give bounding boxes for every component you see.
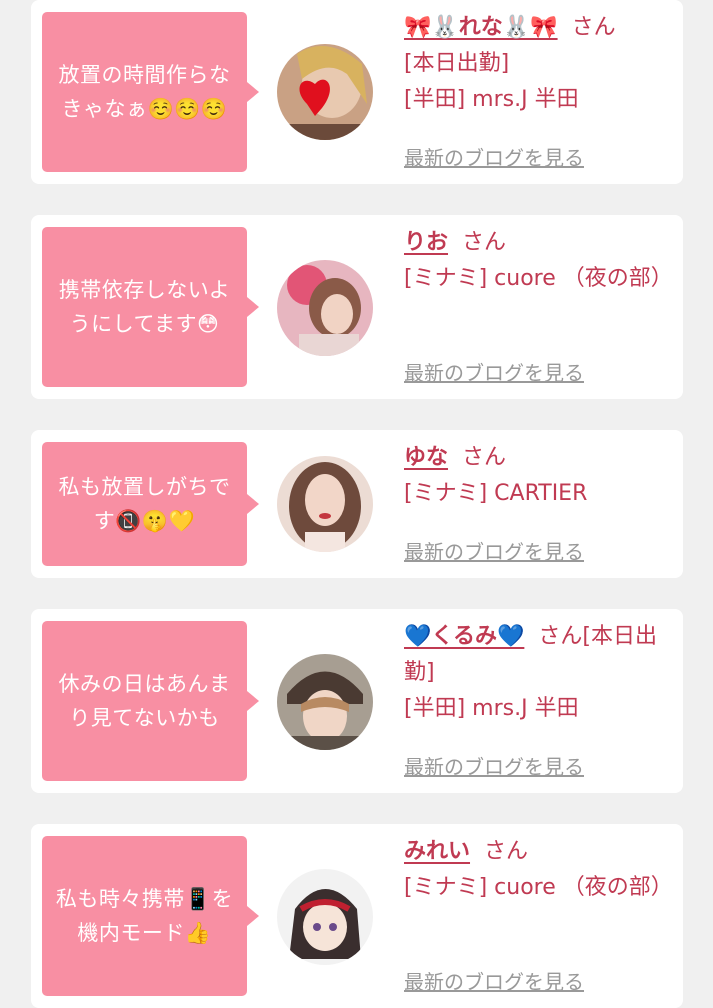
honorific: さん xyxy=(484,839,529,864)
shop-text: [ミナミ] cuore （夜の部） xyxy=(404,875,673,900)
message-text: 私も時々携帯📱を機内モード👍 xyxy=(55,887,234,945)
girl-name-link[interactable]: りお xyxy=(404,230,448,255)
girl-card: 休みの日はあんまり見てないかも 💙くるみ💙 さん[本日出勤] [半田] mrs.J… xyxy=(31,609,683,793)
blog-link[interactable]: 最新のブログを見る xyxy=(404,536,584,565)
blog-link[interactable]: 最新のブログを見る xyxy=(404,966,584,995)
girl-card: 私も放置しがちです📵🤫💛 ゆな さん [ミナミ] CARTIER 最新のブログを見… xyxy=(31,430,683,578)
honorific: さん xyxy=(462,445,507,470)
status-text: [本日出勤] xyxy=(404,51,510,76)
shop-text: [ミナミ] CARTIER xyxy=(404,481,588,506)
message-text: 放置の時間作らなきゃなぁ☺️☺️☺️ xyxy=(58,63,231,121)
message-text: 携帯依存しないようにしてます😳 xyxy=(58,278,231,336)
honorific: さん xyxy=(571,15,616,40)
shop-text: [ミナミ] cuore （夜の部） xyxy=(404,266,673,291)
girl-name-link[interactable]: ゆな xyxy=(404,445,448,470)
avatar[interactable] xyxy=(277,869,373,965)
girl-info: ゆな さん [ミナミ] CARTIER xyxy=(404,440,674,512)
message-bubble: 携帯依存しないようにしてます😳 xyxy=(42,227,259,387)
avatar[interactable] xyxy=(277,456,373,552)
blog-link[interactable]: 最新のブログを見る xyxy=(404,751,584,780)
shop-text: [半田] mrs.J 半田 xyxy=(404,696,579,721)
girl-info: 💙くるみ💙 さん[本日出勤] [半田] mrs.J 半田 xyxy=(404,619,674,727)
girl-card: 放置の時間作らなきゃなぁ☺️☺️☺️ 🎀🐰れな🐰🎀 さん [本日出勤] [半田] … xyxy=(31,0,683,184)
avatar[interactable] xyxy=(277,44,373,140)
girl-name-link[interactable]: みれい xyxy=(404,839,470,864)
girl-name-link[interactable]: 💙くるみ💙 xyxy=(404,624,524,649)
message-bubble: 私も放置しがちです📵🤫💛 xyxy=(42,442,259,566)
girl-info: みれい さん [ミナミ] cuore （夜の部） xyxy=(404,834,674,906)
girl-name-link[interactable]: 🎀🐰れな🐰🎀 xyxy=(404,15,558,40)
girl-card: 私も時々携帯📱を機内モード👍 みれい さん [ミナミ] cuore （夜の部） 最… xyxy=(31,824,683,1008)
message-text: 休みの日はあんまり見てないかも xyxy=(58,672,231,730)
honorific: さん xyxy=(462,230,507,255)
message-bubble: 私も時々携帯📱を機内モード👍 xyxy=(42,836,259,996)
avatar[interactable] xyxy=(277,654,373,750)
message-bubble: 放置の時間作らなきゃなぁ☺️☺️☺️ xyxy=(42,12,259,172)
blog-link[interactable]: 最新のブログを見る xyxy=(404,142,584,171)
blog-link[interactable]: 最新のブログを見る xyxy=(404,357,584,386)
girl-card: 携帯依存しないようにしてます😳 りお さん [ミナミ] cuore （夜の部） 最… xyxy=(31,215,683,399)
shop-text: [半田] mrs.J 半田 xyxy=(404,87,579,112)
message-text: 私も放置しがちです📵🤫💛 xyxy=(58,475,231,533)
message-bubble: 休みの日はあんまり見てないかも xyxy=(42,621,259,781)
girl-info: りお さん [ミナミ] cuore （夜の部） xyxy=(404,225,674,297)
girl-info: 🎀🐰れな🐰🎀 さん [本日出勤] [半田] mrs.J 半田 xyxy=(404,10,674,118)
avatar[interactable] xyxy=(277,260,373,356)
